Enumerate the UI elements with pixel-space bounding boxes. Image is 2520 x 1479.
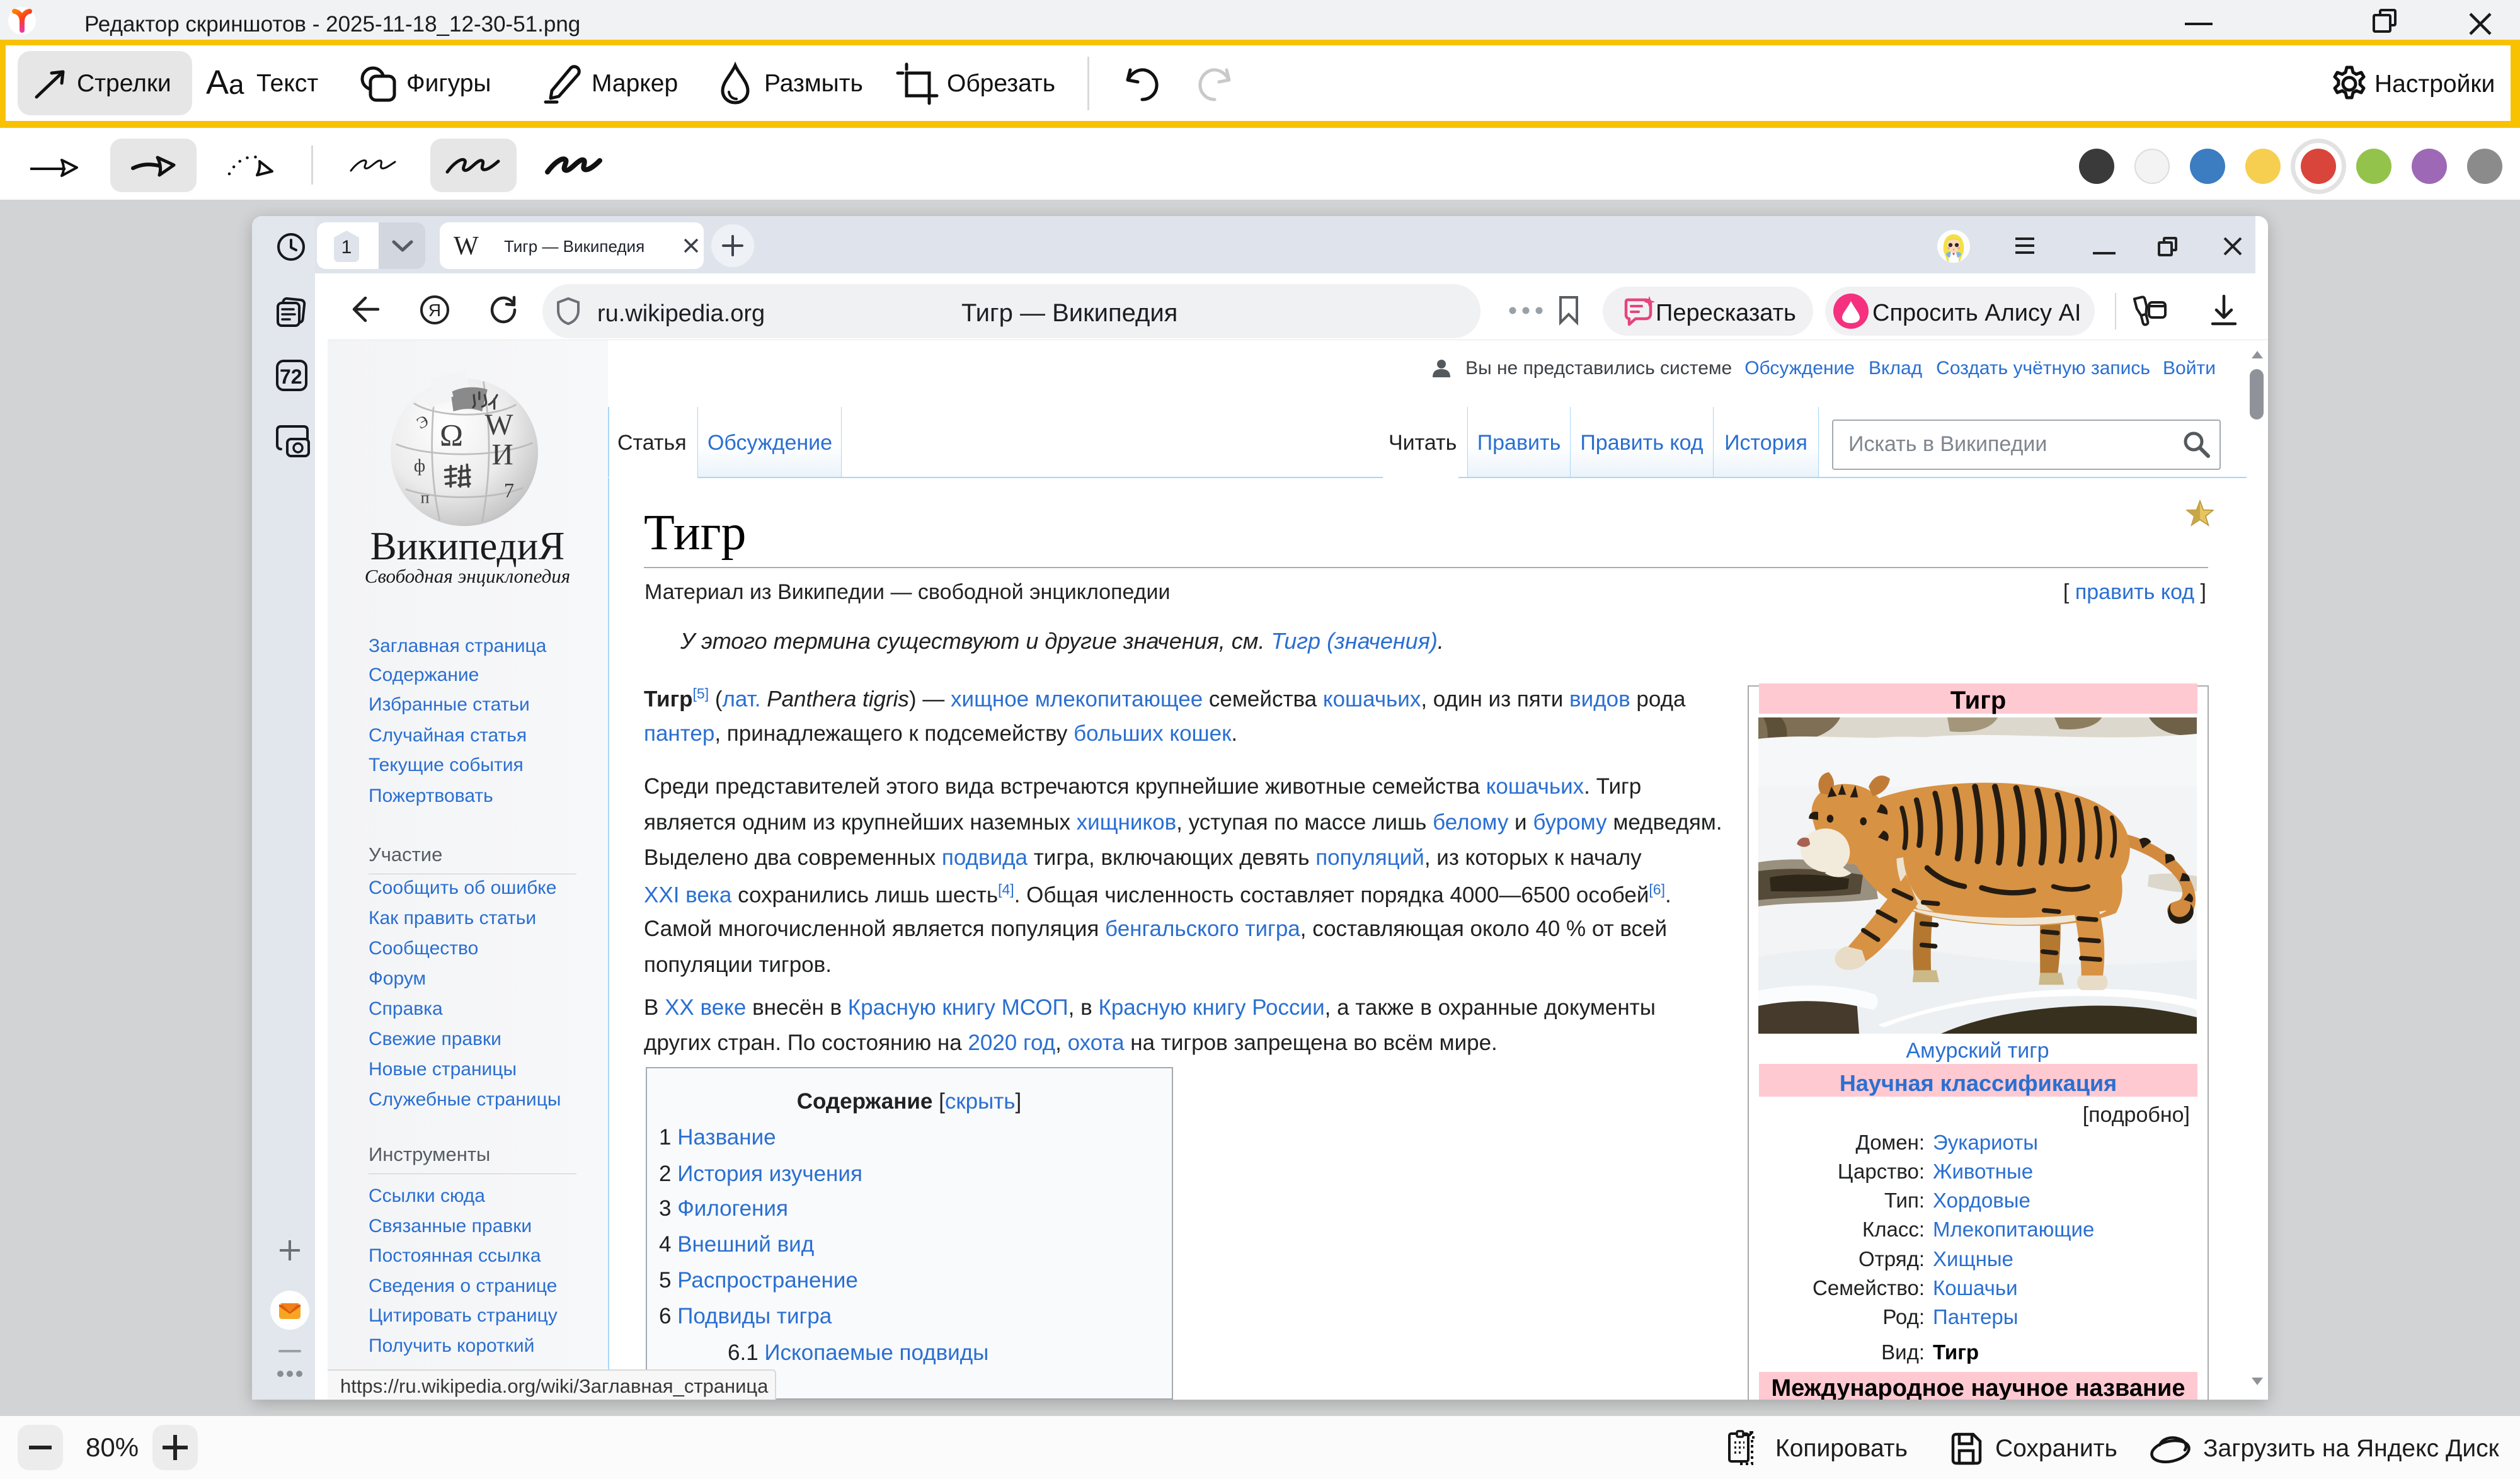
svg-text:И: И <box>491 439 513 472</box>
svg-text:ф: ф <box>414 457 425 476</box>
svg-text:Ω: Ω <box>440 418 463 452</box>
svg-text:п: п <box>421 488 430 506</box>
svg-text:7: 7 <box>504 480 514 503</box>
svg-text:1: 1 <box>341 237 352 258</box>
svg-text:W: W <box>485 409 513 442</box>
svg-text:Я: Я <box>428 300 441 320</box>
